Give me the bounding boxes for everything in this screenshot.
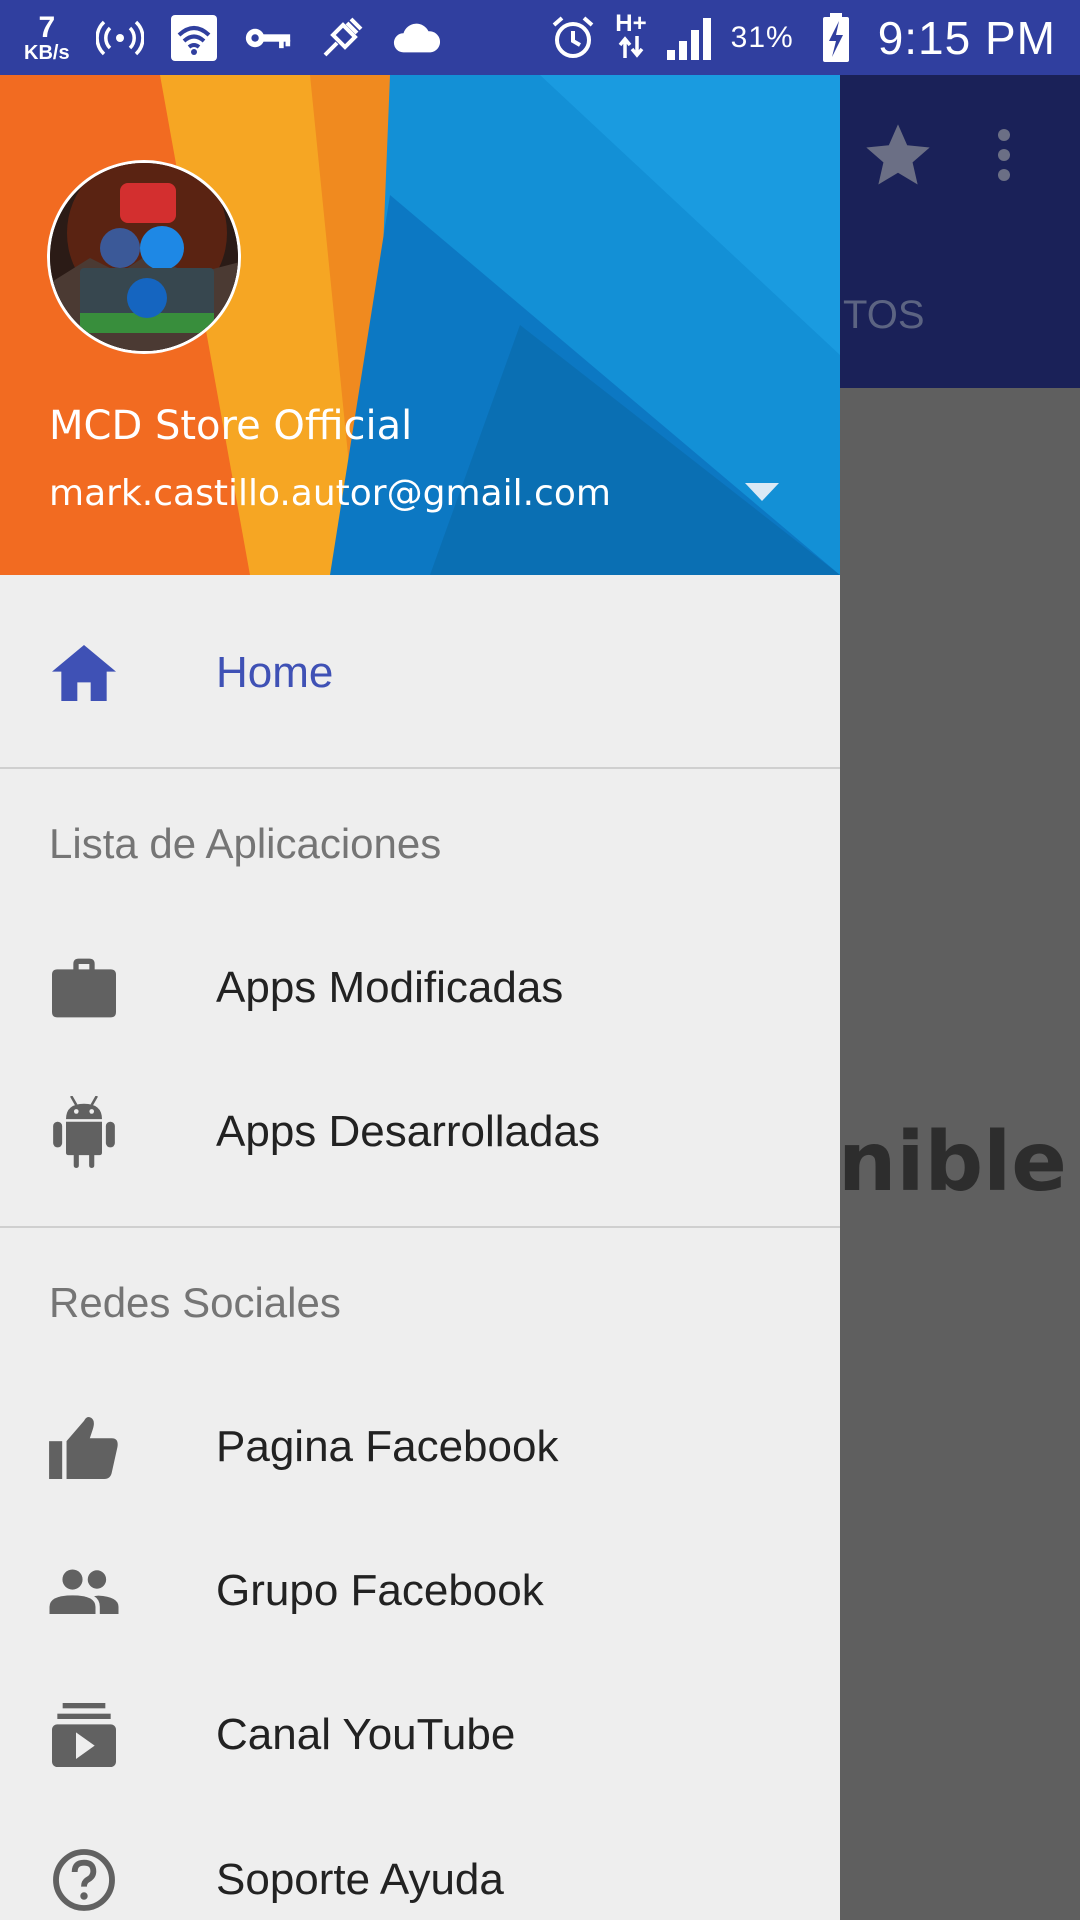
menu-item-soporte-ayuda[interactable]: Soporte Ayuda [0,1825,840,1920]
divider [0,1226,840,1228]
home-icon [48,637,120,709]
data-arrows-icon [618,36,644,58]
section-title-social: Redes Sociales [49,1279,341,1326]
account-name: MCD Store Official [49,403,413,449]
menu-item-apps-desarrolladas[interactable]: Apps Desarrolladas [0,1077,840,1187]
network-type-label: H+ [615,10,647,37]
star-icon[interactable] [858,118,938,199]
wifi-icon [170,14,218,62]
menu-item-label: Apps Modificadas [216,963,564,1012]
app-tab-label[interactable]: TOS [843,293,925,338]
divider [0,767,840,769]
hotspot-icon [95,14,144,62]
briefcase-icon [48,952,120,1024]
network-type: H+ [615,10,647,63]
menu-item-label: Home [216,648,334,697]
menu-item-grupo-facebook[interactable]: Grupo Facebook [0,1536,840,1646]
menu-item-apps-modificadas[interactable]: Apps Modificadas [0,933,840,1043]
menu-item-home[interactable]: Home [0,618,840,728]
cloud-icon [392,14,440,62]
clock: 9:15 PM [877,11,1056,64]
android-icon [48,1096,120,1168]
menu-item-label: Soporte Ayuda [216,1855,504,1904]
battery-charging-icon [812,12,860,62]
menu-item-pagina-facebook[interactable]: Pagina Facebook [0,1392,840,1502]
help-icon [48,1844,120,1916]
more-vert-icon[interactable] [995,128,1013,187]
battery-percent: 31% [730,20,794,54]
menu-item-label: Apps Desarrolladas [216,1107,600,1156]
satellite-icon [318,14,366,62]
network-speed: 7 KB/s [24,10,70,64]
account-email: mark.castillo.autor@gmail.com [49,473,611,514]
account-dropdown-icon[interactable] [745,483,779,508]
subscriptions-icon [48,1699,120,1771]
thumb-up-icon [48,1411,120,1483]
app-body-text: nible [838,1115,1067,1210]
navigation-drawer: MCD Store Official mark.castillo.autor@g… [0,75,840,1920]
menu-item-canal-youtube[interactable]: Canal YouTube [0,1680,840,1790]
section-title-apps: Lista de Aplicaciones [49,820,442,867]
avatar[interactable] [47,160,241,354]
menu-item-label: Canal YouTube [216,1710,516,1759]
vpn-key-icon [244,14,292,62]
menu-item-label: Pagina Facebook [216,1422,559,1471]
signal-icon [665,14,713,62]
menu-item-label: Grupo Facebook [216,1566,544,1615]
drawer-header: MCD Store Official mark.castillo.autor@g… [0,75,840,575]
status-bar: 7 KB/s H+ 31% 9:15 PM [0,0,1080,75]
network-speed-unit: KB/s [24,41,70,64]
group-icon [48,1555,120,1627]
network-speed-value: 7 [38,10,56,44]
alarm-icon [549,14,597,62]
